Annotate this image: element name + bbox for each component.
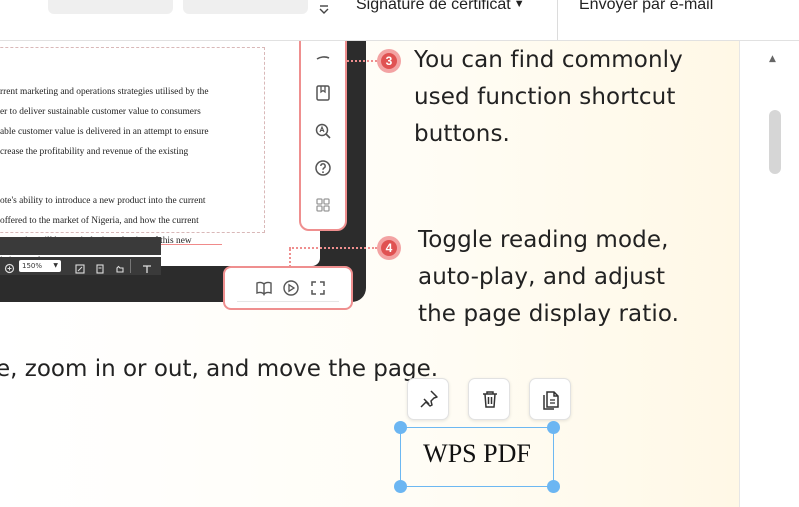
bookmark-icon[interactable]	[313, 83, 333, 103]
search-text-icon[interactable]	[313, 121, 333, 141]
chevron-down-icon: ▼	[53, 262, 58, 269]
autoplay-icon[interactable]	[282, 279, 300, 297]
callout-line: buttons.	[414, 121, 510, 147]
single-page-icon[interactable]	[94, 260, 106, 279]
step-badge: 3	[377, 49, 401, 73]
callout-reading-mode: Toggle reading mode, auto-play, and adju…	[418, 222, 679, 333]
help-icon[interactable]	[313, 158, 333, 178]
pin-icon	[420, 390, 438, 408]
scroll-thumb[interactable]	[769, 110, 781, 174]
resize-handle[interactable]	[547, 480, 560, 493]
reading-mode-panel	[223, 266, 353, 310]
resize-handle[interactable]	[394, 421, 407, 434]
zoom-in-icon[interactable]	[4, 260, 16, 274]
callout-line: Toggle reading mode,	[418, 227, 669, 253]
device-screen: rrent marketing and operations strategie…	[0, 41, 320, 266]
caption-text: e, zoom in or out, and move the page.	[0, 356, 439, 382]
pin-button[interactable]	[407, 378, 449, 420]
step-badge: 4	[377, 236, 401, 260]
toolbar-divider	[130, 259, 131, 273]
step-number: 3	[381, 53, 397, 69]
doc-line: able customer value is delivered in an a…	[0, 127, 209, 137]
callout-line: You can find commonly	[414, 47, 683, 73]
mini-bottom-toolbar	[0, 237, 161, 255]
panel-divider	[237, 301, 339, 302]
trash-icon	[483, 391, 497, 408]
textbox-text[interactable]: WPS PDF	[401, 439, 553, 469]
callout-shortcuts: You can find commonly used function shor…	[414, 42, 683, 153]
resize-handle[interactable]	[394, 480, 407, 493]
connector-line	[289, 247, 377, 249]
doc-line: ote's ability to introduce a new product…	[0, 196, 206, 206]
send-email-button[interactable]: Envoyer par e-mail	[579, 0, 713, 14]
fullscreen-icon[interactable]	[309, 279, 327, 297]
toolbar-field[interactable]	[48, 0, 173, 14]
doc-line: crease the profitability and revenue of …	[0, 147, 189, 157]
toolbar-divider	[557, 0, 558, 40]
annotation-textbox[interactable]: WPS PDF	[394, 421, 560, 493]
callout-line: used function shortcut	[414, 84, 676, 110]
reading-mode-icon[interactable]	[255, 279, 273, 297]
shortcut-tools-panel	[299, 41, 347, 231]
top-toolbar: Signature de certificat ▼ Envoyer par e-m…	[0, 0, 799, 41]
mini-bottom-toolbar: 150% ▼	[0, 257, 161, 275]
resize-handle[interactable]	[547, 421, 560, 434]
vertical-scrollbar[interactable]: ▲	[739, 41, 799, 507]
zoom-select[interactable]: 150% ▼	[19, 260, 61, 272]
signature-certificate-button[interactable]: Signature de certificat ▼	[356, 0, 525, 14]
doc-line: offered to the market of Nigeria, and ho…	[0, 216, 199, 226]
document-canvas[interactable]: rrent marketing and operations strategie…	[0, 41, 739, 507]
connector-line	[347, 60, 377, 62]
doc-line: er to deliver sustainable customer value…	[0, 107, 201, 117]
connector-line	[289, 249, 291, 267]
delete-button[interactable]	[468, 378, 510, 420]
callout-line: the page display ratio.	[418, 301, 680, 327]
fit-page-icon[interactable]	[74, 260, 86, 279]
scroll-up-icon[interactable]: ▲	[769, 54, 776, 64]
signature-label: Signature de certificat	[356, 0, 511, 13]
more-dropdown-icon[interactable]	[317, 2, 331, 16]
zoom-value: 150%	[22, 262, 43, 270]
chevron-down-icon: ▼	[513, 0, 525, 10]
doc-line: rrent marketing and operations strategie…	[0, 87, 209, 97]
brush-icon[interactable]	[313, 47, 333, 67]
copy-button[interactable]	[529, 378, 571, 420]
copy-icon	[543, 391, 559, 410]
toolbar-field[interactable]	[183, 0, 308, 14]
rotate-icon[interactable]	[114, 260, 126, 279]
apps-grid-icon[interactable]	[313, 195, 333, 215]
callout-line: auto-play, and adjust	[418, 264, 666, 290]
step-number: 4	[381, 240, 397, 256]
text-tool-icon[interactable]	[141, 260, 153, 279]
